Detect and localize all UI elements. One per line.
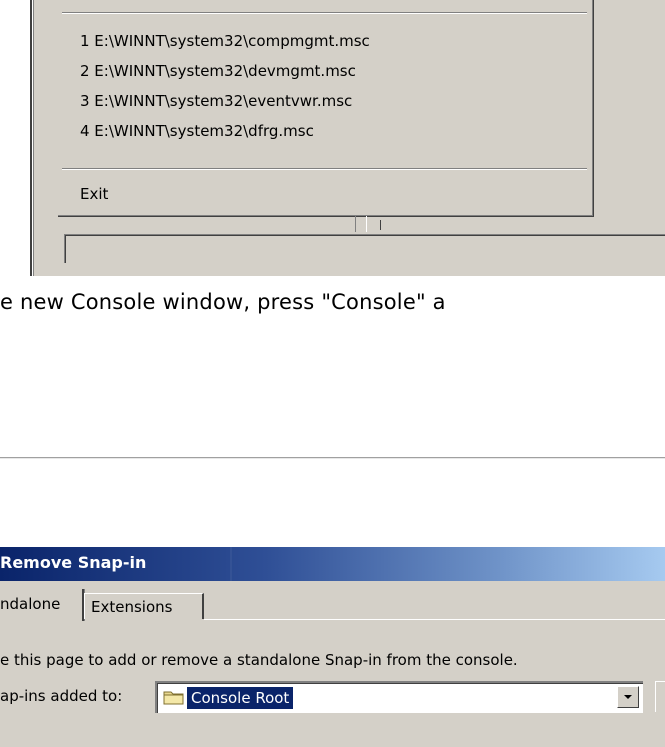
tab-extensions[interactable]: Extensions (84, 593, 204, 619)
combo-dropdown-button[interactable] (617, 686, 639, 708)
add-remove-snapin-dialog: Remove Snap-in ndalone Extensions e this… (0, 547, 665, 747)
recent-file-1[interactable]: 1 E:\WINNT\system32\compmgmt.msc (80, 32, 370, 50)
pane-divider (380, 220, 381, 230)
dialog-title: Remove Snap-in (0, 553, 147, 572)
dialog-titlebar[interactable]: Remove Snap-in (0, 547, 665, 581)
console-file-menu: 1 E:\WINNT\system32\compmgmt.msc 2 E:\WI… (58, 0, 594, 217)
snapins-added-to-combo[interactable]: Console Root (155, 681, 643, 713)
recent-file-4[interactable]: 4 E:\WINNT\system32\dfrg.msc (80, 122, 314, 140)
horizontal-rule (0, 457, 665, 459)
tab-standalone[interactable]: ndalone (0, 589, 80, 619)
splitter-notch (355, 216, 367, 232)
menu-item-exit[interactable]: Exit (80, 185, 108, 203)
snapins-added-to-label: ap-ins added to: (0, 687, 123, 705)
menu-separator (62, 168, 587, 170)
combo-selected-value: Console Root (187, 687, 294, 709)
titlebar-band (230, 547, 232, 581)
tab-panel-border (204, 619, 665, 620)
status-bar (64, 234, 665, 263)
instruction-text: e new Console window, press "Console" a (0, 290, 446, 314)
recent-file-3[interactable]: 3 E:\WINNT\system32\eventvwr.msc (80, 92, 352, 110)
recent-file-2[interactable]: 2 E:\WINNT\system32\devmgmt.msc (80, 62, 356, 80)
menu-separator (62, 12, 587, 14)
browse-button[interactable] (655, 681, 665, 712)
folder-icon (163, 691, 184, 705)
chevron-down-icon (624, 695, 632, 699)
dialog-description: e this page to add or remove a standalon… (0, 651, 518, 669)
